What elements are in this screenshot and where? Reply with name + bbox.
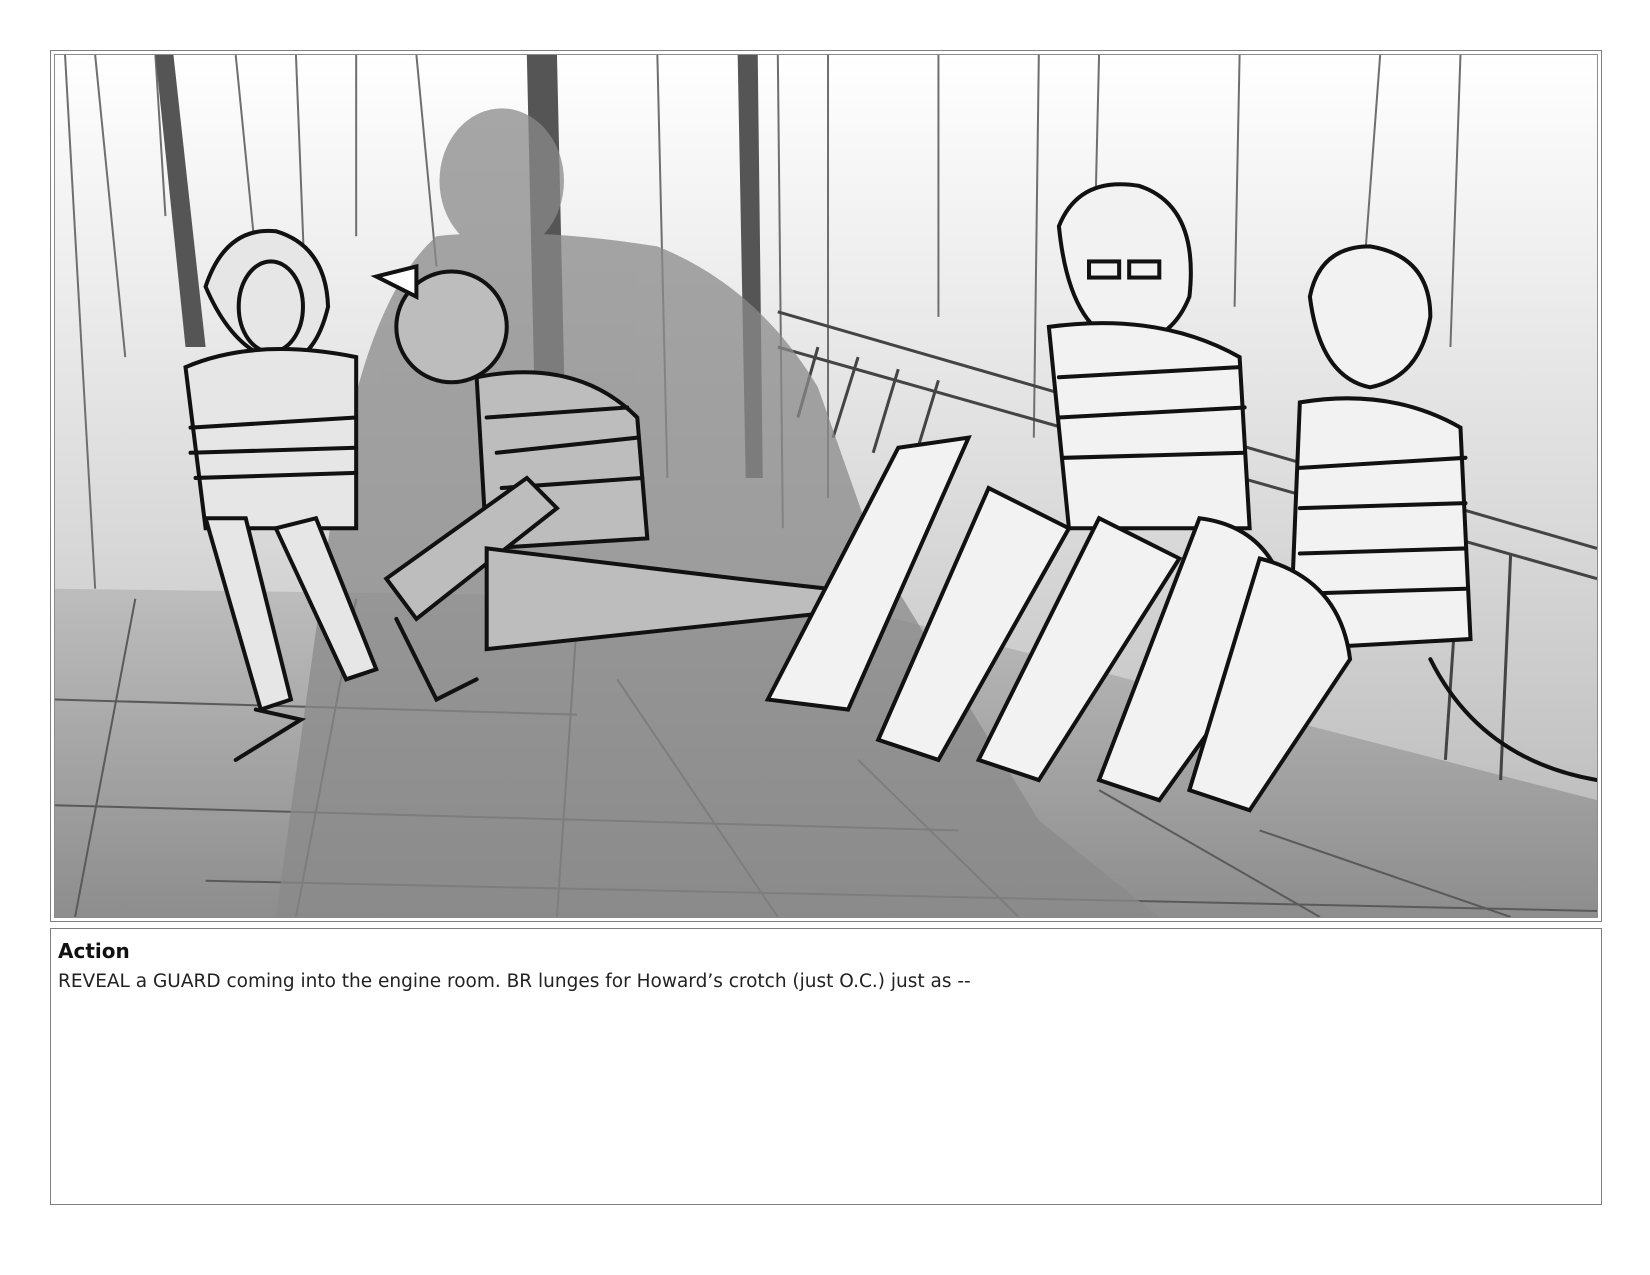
storyboard-sketch-image xyxy=(54,54,1598,918)
action-description: REVEAL a GUARD coming into the engine ro… xyxy=(58,971,971,992)
storyboard-panel-frame xyxy=(50,50,1602,922)
storyboard-sketch-drawing xyxy=(55,55,1597,917)
action-label: Action xyxy=(58,939,130,963)
action-notes-box: Action REVEAL a GUARD coming into the en… xyxy=(50,928,1602,1205)
